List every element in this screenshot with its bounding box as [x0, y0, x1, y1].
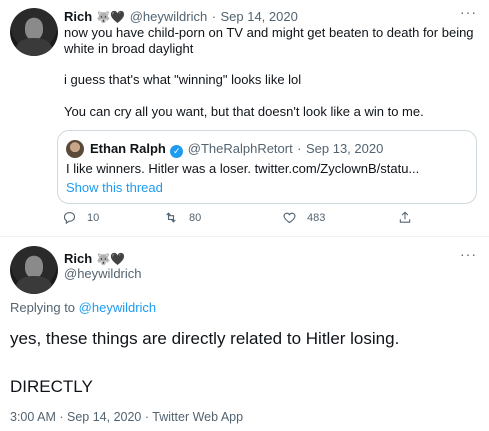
separator-dot: ·: [59, 410, 64, 424]
like-count: 483: [307, 211, 326, 224]
reply-count: 10: [87, 211, 100, 224]
tweet-meta: 3:00 AM · Sep 14, 2020 · Twitter Web App: [10, 410, 243, 424]
quote-header: Ethan Ralph ✓ @TheRalphRetort · Sep 13, …: [90, 140, 383, 158]
avatar[interactable]: [10, 246, 58, 294]
black-heart-emoji: 🖤: [110, 10, 126, 24]
replying-handle-link[interactable]: @heywildrich: [79, 300, 157, 315]
tweet-text-line: yes, these things are directly related t…: [10, 329, 400, 348]
show-thread-link[interactable]: Show this thread: [66, 180, 163, 196]
share-button[interactable]: [398, 210, 412, 225]
quoted-tweet[interactable]: Ethan Ralph ✓ @TheRalphRetort · Sep 13, …: [57, 130, 477, 204]
separator-dot: ·: [297, 141, 302, 156]
tweet-text-line: now you have child-porn on TV and might …: [64, 25, 474, 40]
like-button[interactable]: 483: [282, 210, 325, 225]
handle[interactable]: @heywildrich: [130, 9, 208, 24]
black-heart-emoji: 🖤: [110, 252, 126, 266]
tweet-text-line: DIRECTLY: [10, 377, 93, 396]
quote-text: I like winners. Hitler was a loser. twit…: [66, 161, 420, 176]
reply-button[interactable]: 10: [62, 210, 99, 225]
display-name[interactable]: Rich: [64, 251, 92, 266]
reply-icon: [63, 211, 76, 225]
like-icon: [283, 212, 296, 224]
quote-handle[interactable]: @TheRalphRetort: [188, 141, 293, 156]
tweet-source[interactable]: Twitter Web App: [152, 410, 243, 424]
verified-icon: ✓: [170, 145, 184, 158]
separator-dot: ·: [144, 410, 150, 424]
replying-to: Replying to @heywildrich: [10, 300, 156, 315]
tweet-text-line: i guess that's what "winning" looks like…: [64, 72, 302, 87]
more-icon[interactable]: ···: [460, 246, 477, 262]
more-icon[interactable]: ···: [460, 4, 477, 20]
replying-prefix: Replying to: [10, 300, 79, 315]
retweet-button[interactable]: 80: [163, 210, 201, 225]
wolf-emoji: 🐺: [96, 12, 111, 24]
tweet-date[interactable]: Sep 14, 2020: [220, 9, 297, 24]
handle[interactable]: @heywildrich: [64, 266, 142, 281]
wolf-emoji: 🐺: [96, 254, 111, 266]
tweet-header: Rich 🐺🖤 @heywildrich · Sep 14, 2020: [64, 8, 444, 26]
quote-avatar[interactable]: [66, 140, 84, 158]
quote-date[interactable]: Sep 13, 2020: [306, 141, 383, 156]
separator-dot: ·: [211, 9, 217, 24]
tweet-date[interactable]: Sep 14, 2020: [67, 410, 141, 424]
tweet-text-line: white in broad daylight: [64, 41, 194, 56]
tweet-text-line: You can cry all you want, but that doesn…: [64, 104, 424, 119]
display-name[interactable]: Rich: [64, 9, 92, 24]
share-icon: [399, 211, 411, 223]
quote-display-name[interactable]: Ethan Ralph: [90, 141, 166, 156]
retweet-icon: [166, 212, 176, 223]
avatar[interactable]: [10, 8, 58, 56]
tweet-divider: [0, 236, 489, 237]
retweet-count: 80: [189, 211, 202, 224]
tweet-time[interactable]: 3:00 AM: [10, 410, 56, 424]
